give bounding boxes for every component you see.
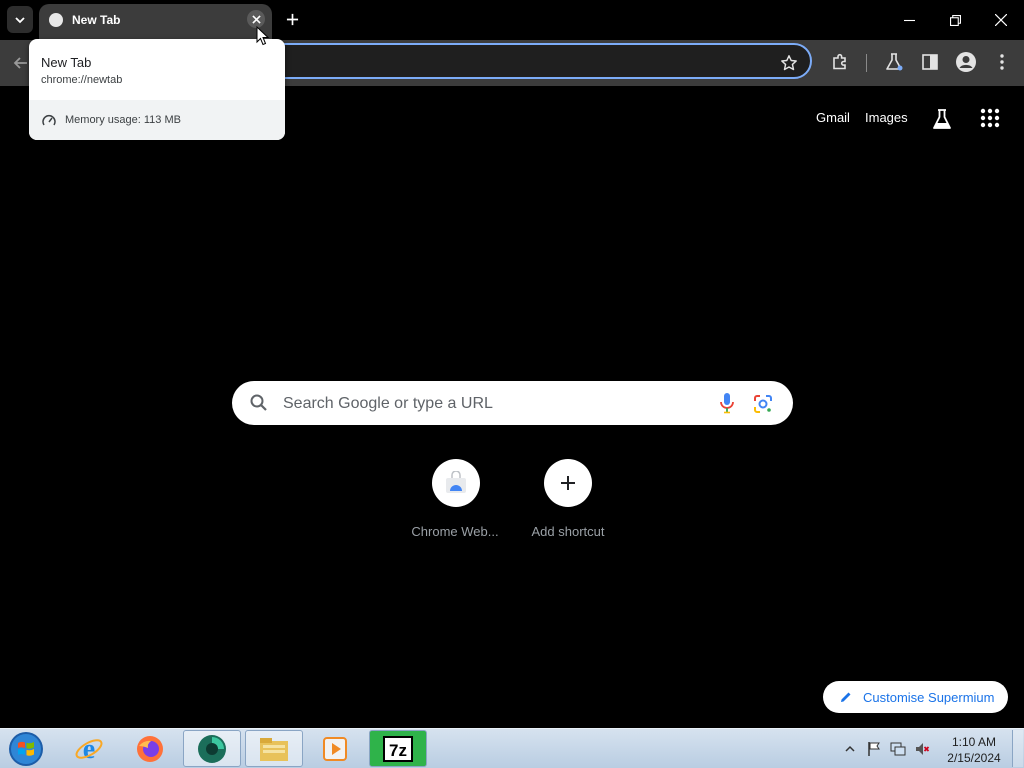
hover-card-title: New Tab <box>41 55 92 70</box>
tab-title: New Tab <box>72 13 121 27</box>
supermium-icon <box>198 734 226 763</box>
star-icon <box>781 55 797 71</box>
google-apps-button[interactable] <box>979 107 1003 131</box>
images-link[interactable]: Images <box>865 110 908 125</box>
shortcut-chrome-web-store[interactable] <box>432 459 480 507</box>
windows-start-icon <box>9 732 43 766</box>
side-panel-icon <box>922 54 938 70</box>
search-placeholder: Search Google or type a URL <box>283 395 493 412</box>
plus-icon <box>286 13 298 25</box>
svg-text:7z: 7z <box>389 741 407 760</box>
volume-muted-icon[interactable] <box>914 741 930 757</box>
customise-button[interactable]: Customise Supermium <box>823 681 1008 713</box>
taskbar: e 7z 1:10 AM 2/15/2024 <box>0 728 1024 768</box>
microphone-icon[interactable] <box>717 392 737 414</box>
show-desktop-button[interactable] <box>1012 730 1023 767</box>
bookmark-star-button[interactable] <box>779 53 799 73</box>
search-box[interactable]: Search Google or type a URL <box>232 381 793 425</box>
chrome-web-store-icon <box>446 471 466 493</box>
shortcut-label: Chrome Web... <box>411 524 499 539</box>
avatar-icon <box>956 52 976 72</box>
close-icon <box>995 14 1007 26</box>
file-explorer-icon <box>260 737 288 761</box>
hover-card-url: chrome://newtab <box>41 74 123 86</box>
media-player-icon <box>323 736 347 761</box>
chevron-down-icon <box>15 16 25 23</box>
internet-explorer-icon: e <box>75 734 103 765</box>
search-labs-button[interactable] <box>930 107 954 131</box>
restore-button[interactable] <box>932 0 978 40</box>
taskbar-7zip[interactable]: 7z <box>369 730 427 767</box>
extensions-button[interactable] <box>828 50 852 74</box>
taskbar-supermium[interactable] <box>183 730 241 767</box>
minimize-button[interactable] <box>886 0 932 40</box>
more-vert-icon <box>1000 54 1004 70</box>
flask-icon <box>933 109 951 129</box>
add-shortcut-button[interactable] <box>544 459 592 507</box>
minimize-icon <box>903 19 915 21</box>
google-lens-icon[interactable] <box>752 393 774 415</box>
taskbar-file-explorer[interactable] <box>245 730 303 767</box>
clock-time[interactable]: 1:10 AM <box>949 735 999 749</box>
memory-usage-text: Memory usage: 113 MB <box>65 114 181 126</box>
customise-label: Customise Supermium <box>863 690 995 705</box>
labs-button[interactable] <box>882 50 906 74</box>
close-icon <box>251 14 261 24</box>
plus-icon <box>561 476 575 490</box>
hover-card-footer: Memory usage: 113 MB <box>29 100 285 140</box>
close-window-button[interactable] <box>978 0 1024 40</box>
puzzle-icon <box>833 53 846 70</box>
speedometer-icon <box>42 115 56 126</box>
start-button[interactable] <box>6 730 46 768</box>
action-center-flag-icon[interactable] <box>866 741 882 757</box>
tab-new-tab[interactable]: New Tab <box>39 4 272 40</box>
taskbar-media-player[interactable] <box>306 730 364 767</box>
flask-icon <box>886 53 903 71</box>
apps-grid-icon <box>980 108 1000 128</box>
tab-search-button[interactable] <box>7 6 33 33</box>
title-bar: New Tab <box>0 0 1024 40</box>
restore-icon <box>949 14 961 26</box>
search-icon <box>250 394 267 411</box>
mouse-cursor-icon <box>256 26 270 46</box>
side-panel-button[interactable] <box>918 50 942 74</box>
new-tab-button[interactable] <box>281 8 303 30</box>
gmail-link[interactable]: Gmail <box>816 110 850 125</box>
show-hidden-icons-icon[interactable] <box>845 745 855 753</box>
tab-hover-card: New Tab chrome://newtab Memory usage: 11… <box>29 39 285 140</box>
7zip-icon: 7z <box>383 735 413 762</box>
toolbar-separator <box>866 54 867 72</box>
arrow-left-icon <box>13 57 27 69</box>
taskbar-firefox[interactable] <box>121 730 179 767</box>
firefox-icon <box>137 735 163 762</box>
clock-date[interactable]: 2/15/2024 <box>943 751 1005 765</box>
taskbar-internet-explorer[interactable]: e <box>60 730 118 767</box>
pencil-icon <box>841 692 851 702</box>
profile-button[interactable] <box>954 50 978 74</box>
tab-favicon-icon <box>49 13 63 27</box>
shortcut-label: Add shortcut <box>531 524 605 539</box>
svg-text:e: e <box>83 734 95 765</box>
network-icon[interactable] <box>890 741 906 757</box>
menu-button[interactable] <box>990 50 1014 74</box>
